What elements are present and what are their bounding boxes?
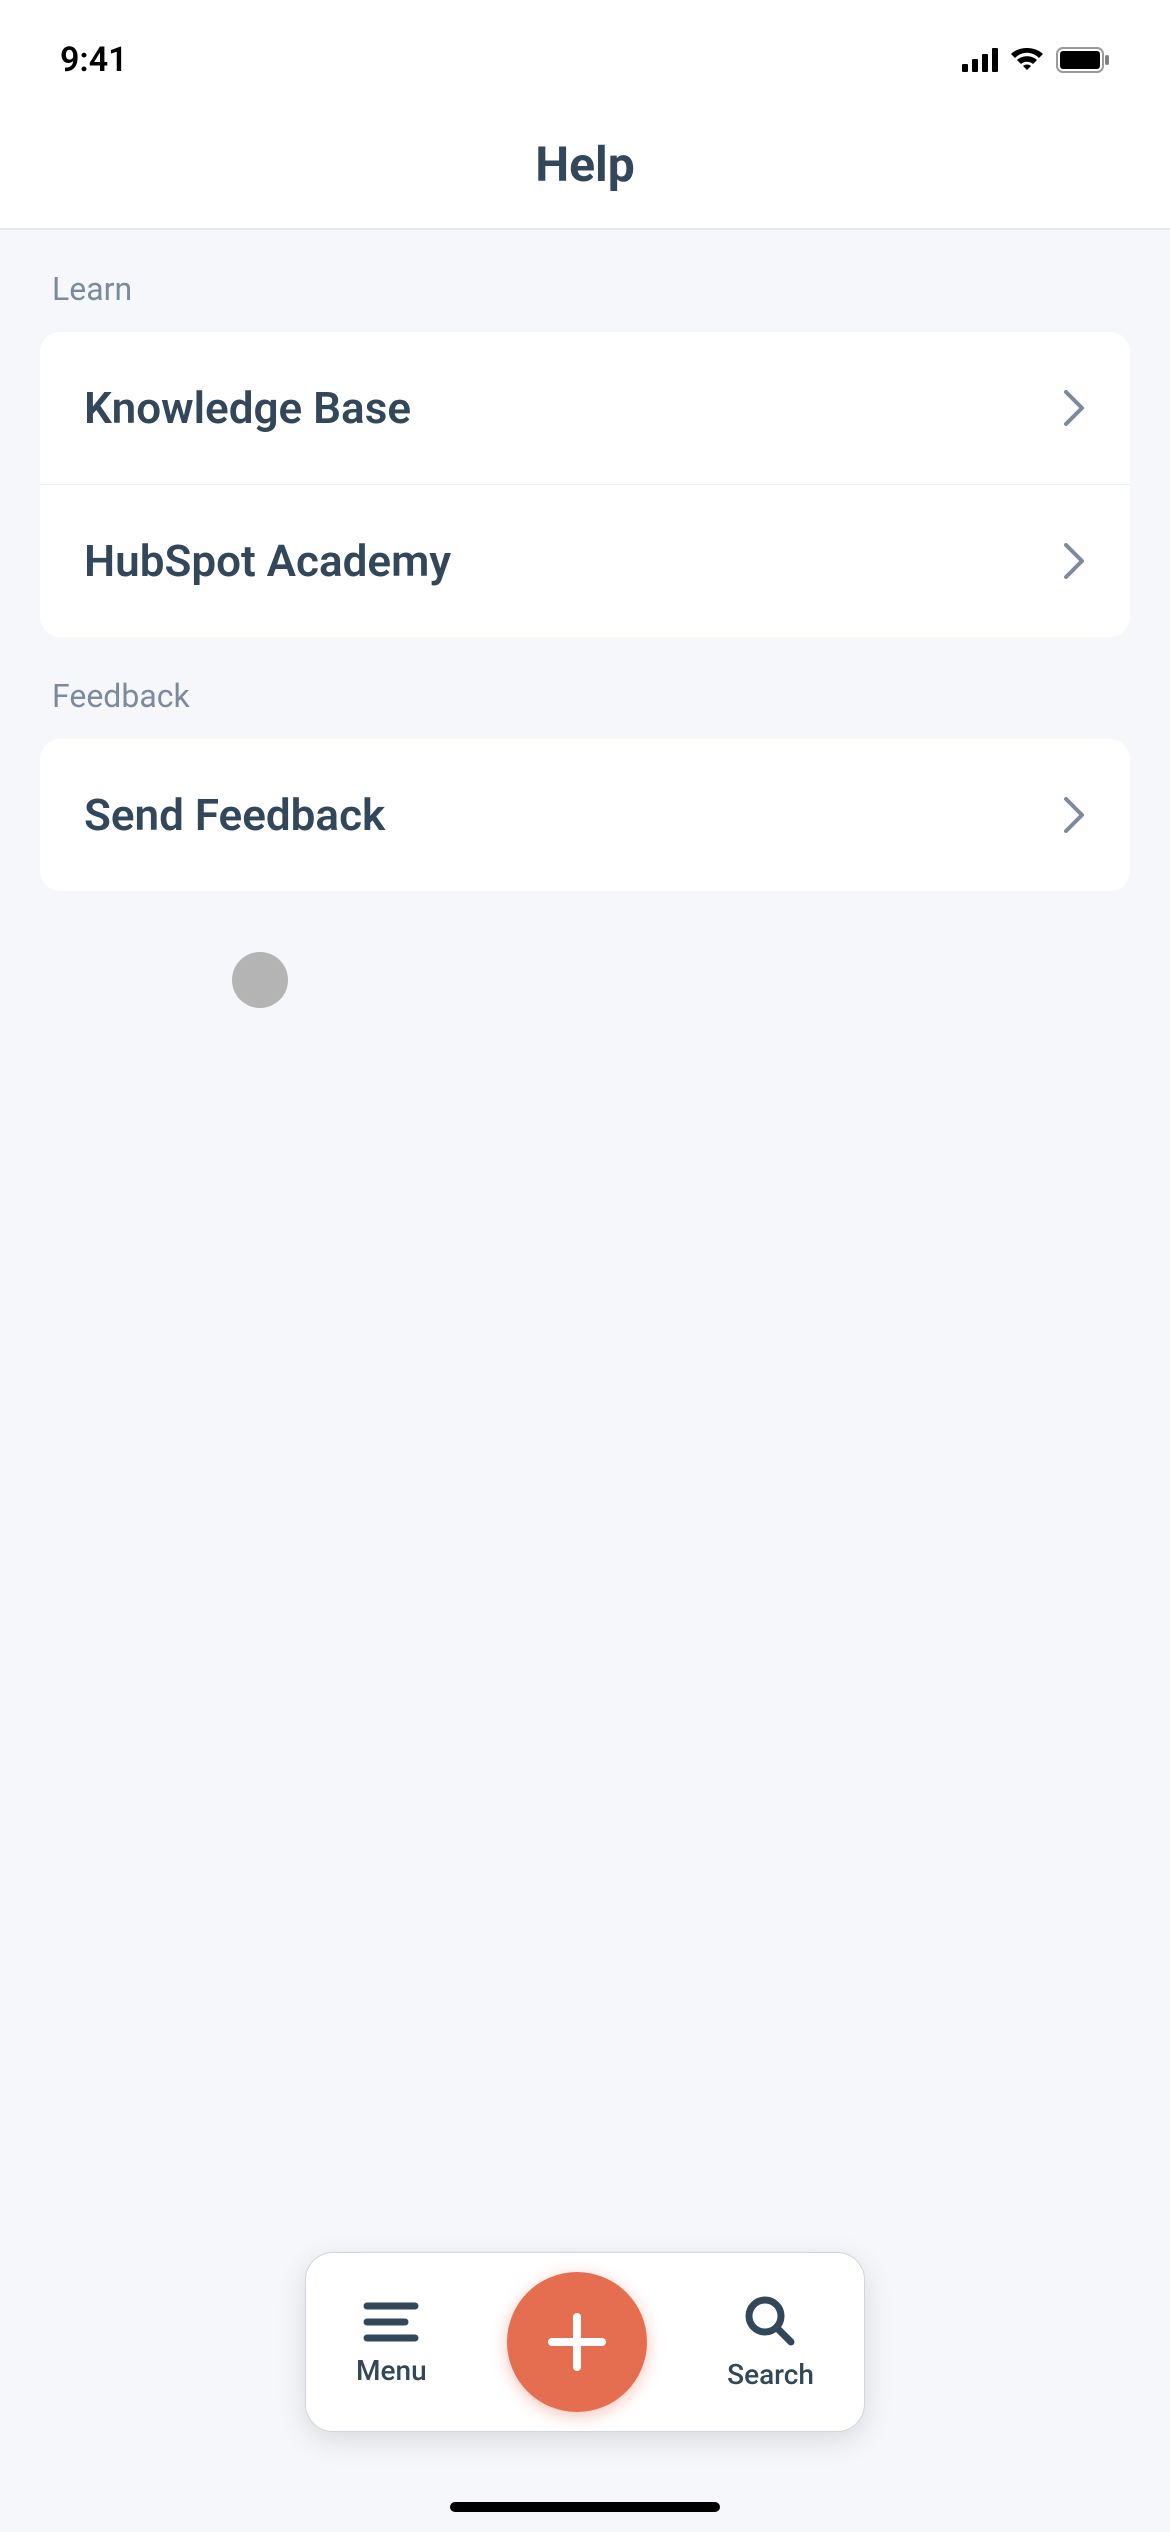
list-item-label: Knowledge Base bbox=[84, 382, 411, 434]
search-button[interactable]: Search bbox=[727, 2294, 814, 2391]
add-button[interactable] bbox=[507, 2272, 647, 2412]
list-item-label: HubSpot Academy bbox=[84, 535, 451, 587]
menu-label: Menu bbox=[356, 2354, 427, 2387]
list-group-learn: Knowledge Base HubSpot Academy bbox=[40, 332, 1130, 637]
bottom-navigation-bar: Menu Search bbox=[305, 2252, 865, 2432]
home-indicator[interactable] bbox=[450, 2502, 720, 2512]
chevron-right-icon bbox=[1062, 795, 1086, 835]
cellular-icon bbox=[962, 48, 998, 72]
wifi-icon bbox=[1010, 48, 1044, 72]
list-item-send-feedback[interactable]: Send Feedback bbox=[40, 739, 1130, 891]
list-item-knowledge-base[interactable]: Knowledge Base bbox=[40, 332, 1130, 485]
menu-icon bbox=[361, 2298, 421, 2346]
page-title: Help bbox=[535, 136, 635, 193]
page-header: Help bbox=[0, 100, 1170, 230]
touch-indicator bbox=[232, 952, 288, 1008]
chevron-right-icon bbox=[1062, 541, 1086, 581]
status-time: 9:41 bbox=[60, 40, 128, 80]
status-bar: 9:41 bbox=[0, 0, 1170, 100]
search-label: Search bbox=[727, 2358, 814, 2391]
battery-icon bbox=[1056, 47, 1110, 73]
content-area: Learn Knowledge Base HubSpot Academy Fee… bbox=[0, 230, 1170, 931]
list-item-label: Send Feedback bbox=[84, 789, 385, 841]
section-header-feedback: Feedback bbox=[40, 677, 1130, 715]
section-header-learn: Learn bbox=[40, 270, 1130, 308]
search-icon bbox=[743, 2294, 799, 2350]
status-icons bbox=[962, 47, 1110, 73]
menu-button[interactable]: Menu bbox=[356, 2298, 427, 2387]
chevron-right-icon bbox=[1062, 388, 1086, 428]
list-item-hubspot-academy[interactable]: HubSpot Academy bbox=[40, 485, 1130, 637]
list-group-feedback: Send Feedback bbox=[40, 739, 1130, 891]
plus-icon bbox=[542, 2307, 612, 2377]
